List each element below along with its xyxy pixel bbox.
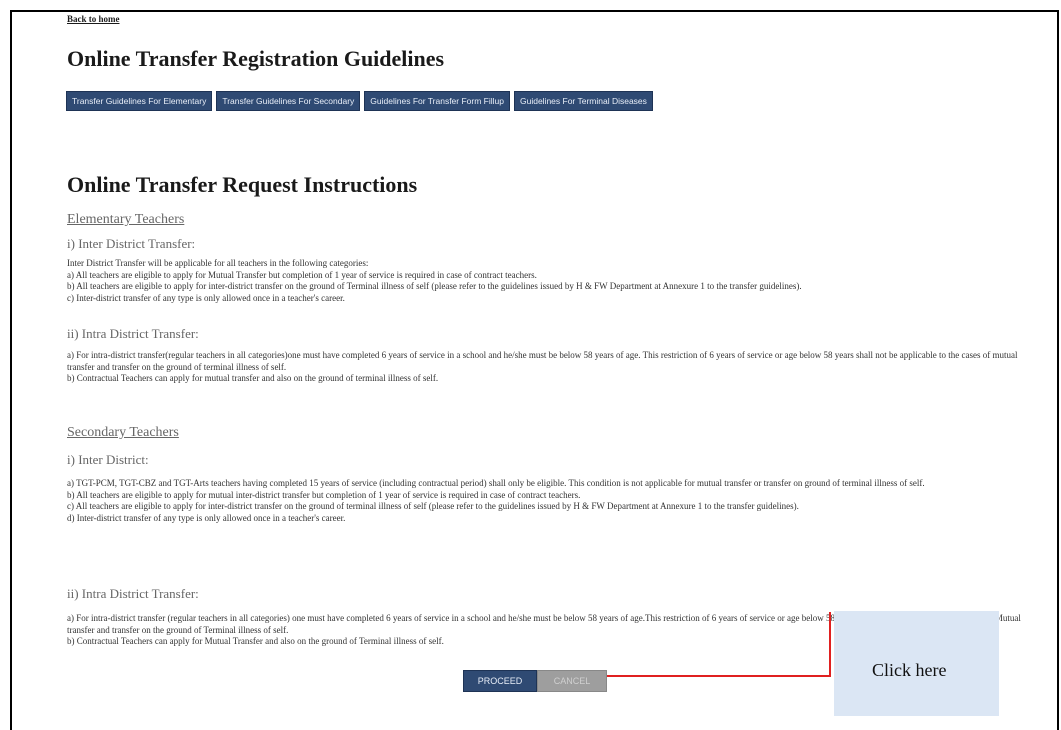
tab-terminal-diseases-guidelines[interactable]: Guidelines For Terminal Diseases bbox=[513, 91, 653, 111]
instructions-title: Online Transfer Request Instructions bbox=[67, 172, 418, 197]
paragraph-line: Inter District Transfer will be applicab… bbox=[67, 258, 369, 268]
secondary-intra-district-heading: ii) Intra District Transfer: bbox=[67, 586, 199, 601]
callout-text: Click here bbox=[872, 660, 947, 680]
arrow-vertical-line bbox=[829, 612, 831, 676]
elementary-inter-district-heading: i) Inter District Transfer: bbox=[67, 236, 196, 251]
proceed-button[interactable]: PROCEED bbox=[463, 670, 537, 692]
elementary-intra-district-text: a) For intra-district transfer(regular t… bbox=[67, 350, 1027, 385]
back-to-home-link[interactable]: Back to home bbox=[67, 14, 120, 24]
secondary-inter-district-heading: i) Inter District: bbox=[67, 452, 149, 467]
cancel-button[interactable]: CANCEL bbox=[537, 670, 607, 692]
paragraph-line: d) Inter-district transfer of any type i… bbox=[67, 512, 346, 523]
paragraph-line: a) For intra-district transfer(regular t… bbox=[67, 350, 1018, 372]
paragraph-line: a) TGT-PCM, TGT-CBZ and TGT-Arts teacher… bbox=[67, 478, 925, 488]
tab-elementary-guidelines[interactable]: Transfer Guidelines For Elementary bbox=[66, 91, 213, 111]
secondary-teachers-heading: Secondary Teachers bbox=[67, 425, 179, 440]
paragraph-line: b) All teachers are eligible to apply fo… bbox=[67, 489, 581, 500]
secondary-inter-district-text: a) TGT-PCM, TGT-CBZ and TGT-Arts teacher… bbox=[67, 478, 1027, 524]
tab-form-fillup-guidelines[interactable]: Guidelines For Transfer Form Fillup bbox=[364, 91, 510, 111]
paragraph-line: b) Contractual Teachers can apply for mu… bbox=[67, 373, 439, 383]
paragraph-line: b) All teachers are eligible to apply fo… bbox=[67, 281, 802, 291]
paragraph-line: c) Inter-district transfer of any type i… bbox=[67, 292, 345, 303]
guidelines-title: Online Transfer Registration Guidelines bbox=[67, 46, 445, 71]
tab-secondary-guidelines[interactable]: Transfer Guidelines For Secondary bbox=[216, 91, 361, 111]
guideline-tabs: Transfer Guidelines For Elementary Trans… bbox=[66, 91, 653, 111]
elementary-teachers-heading: Elementary Teachers bbox=[67, 212, 185, 227]
paragraph-line: a) All teachers are eligible to apply fo… bbox=[67, 269, 537, 280]
elementary-intra-district-heading: ii) Intra District Transfer: bbox=[67, 326, 199, 341]
paragraph-line: c) All teachers are eligible to apply fo… bbox=[67, 501, 799, 511]
elementary-inter-district-text: Inter District Transfer will be applicab… bbox=[67, 258, 1027, 304]
